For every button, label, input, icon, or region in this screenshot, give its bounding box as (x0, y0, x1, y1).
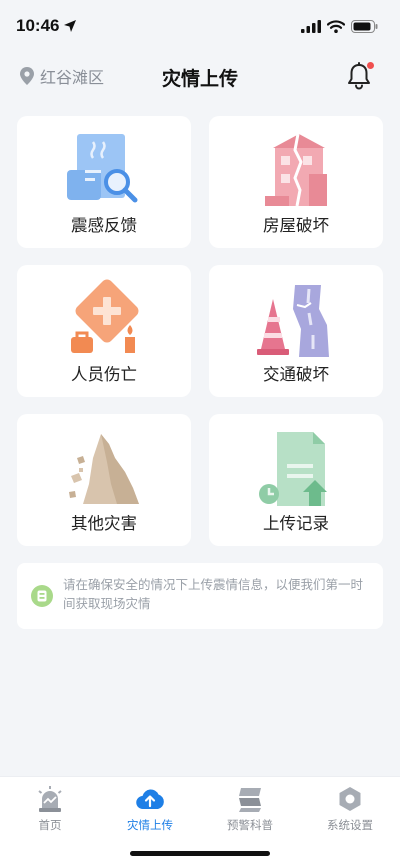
category-grid: 震感反馈 房屋破坏 人员伤亡 交通破坏 其他灾害 上传记录 (17, 116, 383, 546)
card-upload-records[interactable]: 上传记录 (209, 414, 383, 546)
card-traffic-damage[interactable]: 交通破坏 (209, 265, 383, 397)
card-label: 交通破坏 (263, 365, 329, 384)
clock-text: 10:46 (16, 16, 60, 35)
nav-system-settings[interactable]: 系统设置 (300, 777, 400, 865)
nav-label: 预警科普 (227, 818, 273, 832)
nav-label: 首页 (38, 818, 62, 832)
nav-label: 系统设置 (327, 818, 373, 832)
status-bar: 10:46 (0, 0, 400, 52)
notification-button[interactable] (346, 62, 374, 90)
landslide-icon (69, 434, 139, 504)
card-label: 上传记录 (263, 514, 329, 533)
card-label: 震感反馈 (71, 216, 137, 235)
seismic-report-icon (67, 134, 138, 203)
card-label: 人员伤亡 (71, 365, 137, 384)
cloud-upload-icon (136, 789, 164, 810)
home-indicator (130, 851, 270, 856)
card-casualties[interactable]: 人员伤亡 (17, 265, 191, 397)
casualty-icon (71, 279, 139, 353)
status-time: 10:46 (16, 16, 77, 36)
card-label: 其他灾害 (71, 514, 137, 533)
nav-label: 灾情上传 (127, 818, 173, 832)
card-seismic-feedback[interactable]: 震感反馈 (17, 116, 191, 248)
signal-icon (301, 19, 321, 33)
battery-icon (351, 19, 378, 33)
status-icons (301, 19, 378, 33)
header: 红谷滩区 灾情上传 (0, 52, 400, 102)
location-label: 红谷滩区 (40, 68, 105, 87)
tip-text: 请在确保安全的情况下上传震情信息，以便我们第一时间获取现场灾情 (63, 577, 364, 611)
map-pin-icon (20, 67, 34, 85)
card-house-damage[interactable]: 房屋破坏 (209, 116, 383, 248)
card-label: 房屋破坏 (263, 216, 329, 235)
notification-badge (367, 62, 374, 69)
location-arrow-icon (64, 20, 77, 32)
home-alarm-icon (38, 786, 62, 812)
damaged-house-icon (265, 133, 327, 207)
nav-home[interactable]: 首页 (0, 777, 100, 865)
location-selector[interactable]: 红谷滩区 (20, 64, 104, 88)
wifi-icon (327, 19, 345, 33)
card-other-disasters[interactable]: 其他灾害 (17, 414, 191, 546)
tip-icon (31, 585, 53, 607)
safety-tip: 请在确保安全的情况下上传震情信息，以便我们第一时间获取现场灾情 (17, 563, 383, 629)
upload-record-icon (259, 432, 327, 506)
broken-road-icon (257, 285, 329, 357)
warning-book-icon (239, 788, 261, 812)
settings-hex-icon (339, 787, 361, 811)
